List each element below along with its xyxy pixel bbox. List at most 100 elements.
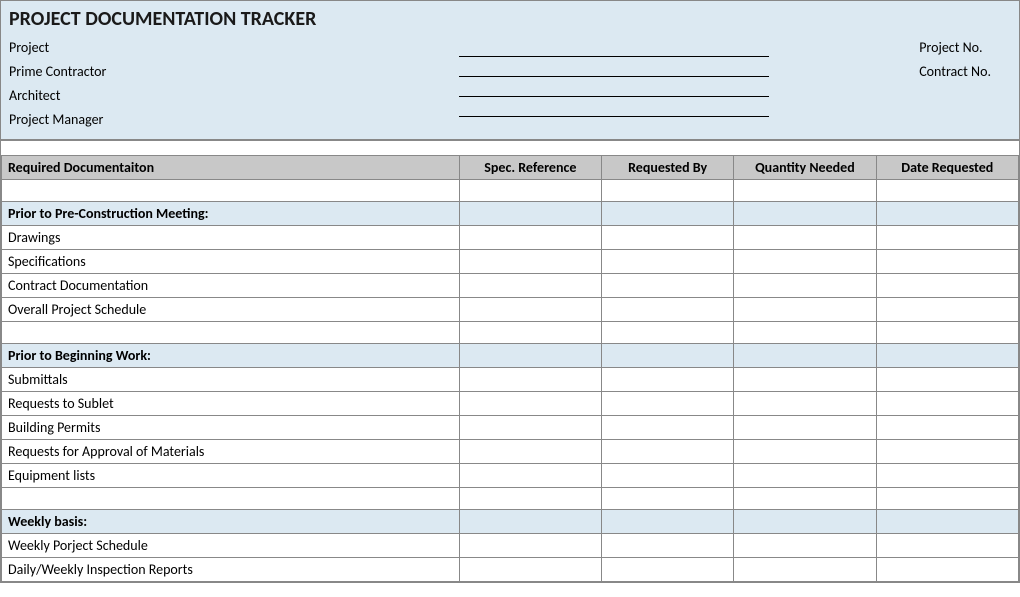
header-underline-column bbox=[459, 37, 769, 129]
table-cell bbox=[876, 488, 1018, 510]
table-cell bbox=[734, 488, 876, 510]
doc-name-cell: Requests for Approval of Materials bbox=[2, 440, 460, 464]
table-cell bbox=[602, 464, 734, 488]
table-cell bbox=[459, 510, 601, 534]
table-cell bbox=[876, 298, 1018, 322]
underline-project bbox=[459, 37, 769, 57]
table-cell bbox=[876, 322, 1018, 344]
table-cell bbox=[734, 368, 876, 392]
doc-name-cell: Weekly Porject Schedule bbox=[2, 534, 460, 558]
table-row: Submittals bbox=[2, 368, 1019, 392]
table-row: Contract Documentation bbox=[2, 274, 1019, 298]
table-cell bbox=[459, 464, 601, 488]
header-section: PROJECT DOCUMENTATION TRACKER Project Pr… bbox=[1, 1, 1019, 141]
table-header-row: Required Documentaiton Spec. Reference R… bbox=[2, 156, 1019, 180]
spacer bbox=[1, 141, 1019, 155]
table-cell bbox=[734, 558, 876, 582]
table-row: Equipment lists bbox=[2, 464, 1019, 488]
table-row: Requests for Approval of Materials bbox=[2, 440, 1019, 464]
label-architect: Architect bbox=[9, 85, 459, 105]
table-cell bbox=[876, 464, 1018, 488]
header-left-labels: Project Prime Contractor Architect Proje… bbox=[9, 37, 459, 129]
table-cell bbox=[459, 274, 601, 298]
table-row: Specifications bbox=[2, 250, 1019, 274]
table-cell bbox=[459, 344, 601, 368]
table-cell bbox=[876, 180, 1018, 202]
table-cell bbox=[459, 534, 601, 558]
table-row: Drawings bbox=[2, 226, 1019, 250]
doc-name-cell: Specifications bbox=[2, 250, 460, 274]
table-cell bbox=[459, 202, 601, 226]
table-cell bbox=[2, 322, 460, 344]
table-cell bbox=[876, 202, 1018, 226]
doc-name-cell: Submittals bbox=[2, 368, 460, 392]
table-cell bbox=[459, 440, 601, 464]
table-cell bbox=[876, 392, 1018, 416]
col-header-quantity: Quantity Needed bbox=[734, 156, 876, 180]
table-cell bbox=[734, 322, 876, 344]
label-contract-no: Contract No. bbox=[919, 61, 991, 81]
table-row: Weekly Porject Schedule bbox=[2, 534, 1019, 558]
table-cell bbox=[734, 464, 876, 488]
documentation-table: Required Documentaiton Spec. Reference R… bbox=[1, 155, 1019, 582]
underline-project-manager bbox=[459, 97, 769, 117]
section-heading-row: Prior to Beginning Work: bbox=[2, 344, 1019, 368]
doc-name-cell: Contract Documentation bbox=[2, 274, 460, 298]
header-right-labels: Project No. Contract No. bbox=[919, 37, 1011, 129]
label-project: Project bbox=[9, 37, 459, 57]
table-cell bbox=[602, 440, 734, 464]
table-cell bbox=[734, 440, 876, 464]
label-prime-contractor: Prime Contractor bbox=[9, 61, 459, 81]
doc-name-cell: Requests to Sublet bbox=[2, 392, 460, 416]
table-cell bbox=[734, 180, 876, 202]
table-cell bbox=[602, 202, 734, 226]
table-cell bbox=[459, 392, 601, 416]
table-cell bbox=[876, 250, 1018, 274]
table-cell bbox=[459, 488, 601, 510]
table-row bbox=[2, 180, 1019, 202]
table-cell bbox=[876, 416, 1018, 440]
doc-name-cell: Overall Project Schedule bbox=[2, 298, 460, 322]
table-cell bbox=[876, 440, 1018, 464]
table-row bbox=[2, 488, 1019, 510]
section-heading-row: Weekly basis: bbox=[2, 510, 1019, 534]
table-cell bbox=[459, 180, 601, 202]
table-cell bbox=[2, 488, 460, 510]
table-row: Daily/Weekly Inspection Reports bbox=[2, 558, 1019, 582]
section-heading-row: Prior to Pre-Construction Meeting: bbox=[2, 202, 1019, 226]
table-cell bbox=[602, 488, 734, 510]
table-cell bbox=[734, 226, 876, 250]
table-cell bbox=[734, 274, 876, 298]
table-cell bbox=[602, 180, 734, 202]
table-cell bbox=[602, 368, 734, 392]
label-project-manager: Project Manager bbox=[9, 109, 459, 129]
table-cell bbox=[734, 510, 876, 534]
label-project-no: Project No. bbox=[919, 37, 991, 57]
table-cell bbox=[734, 392, 876, 416]
table-cell bbox=[734, 250, 876, 274]
table-cell bbox=[734, 534, 876, 558]
table-row bbox=[2, 322, 1019, 344]
table-cell bbox=[459, 298, 601, 322]
table-cell bbox=[602, 392, 734, 416]
table-cell bbox=[876, 534, 1018, 558]
table-cell bbox=[876, 510, 1018, 534]
col-header-requested-by: Requested By bbox=[602, 156, 734, 180]
underline-architect bbox=[459, 77, 769, 97]
document-tracker: PROJECT DOCUMENTATION TRACKER Project Pr… bbox=[0, 0, 1020, 583]
table-cell bbox=[459, 558, 601, 582]
document-title: PROJECT DOCUMENTATION TRACKER bbox=[9, 7, 1011, 31]
table-cell bbox=[734, 416, 876, 440]
table-cell bbox=[602, 416, 734, 440]
section-heading-cell: Weekly basis: bbox=[2, 510, 460, 534]
table-cell bbox=[876, 226, 1018, 250]
table-cell bbox=[602, 274, 734, 298]
table-cell bbox=[602, 344, 734, 368]
table-cell bbox=[876, 274, 1018, 298]
table-cell bbox=[2, 180, 460, 202]
table-cell bbox=[876, 368, 1018, 392]
table-row: Building Permits bbox=[2, 416, 1019, 440]
table-cell bbox=[876, 558, 1018, 582]
table-cell bbox=[602, 322, 734, 344]
table-cell bbox=[459, 226, 601, 250]
